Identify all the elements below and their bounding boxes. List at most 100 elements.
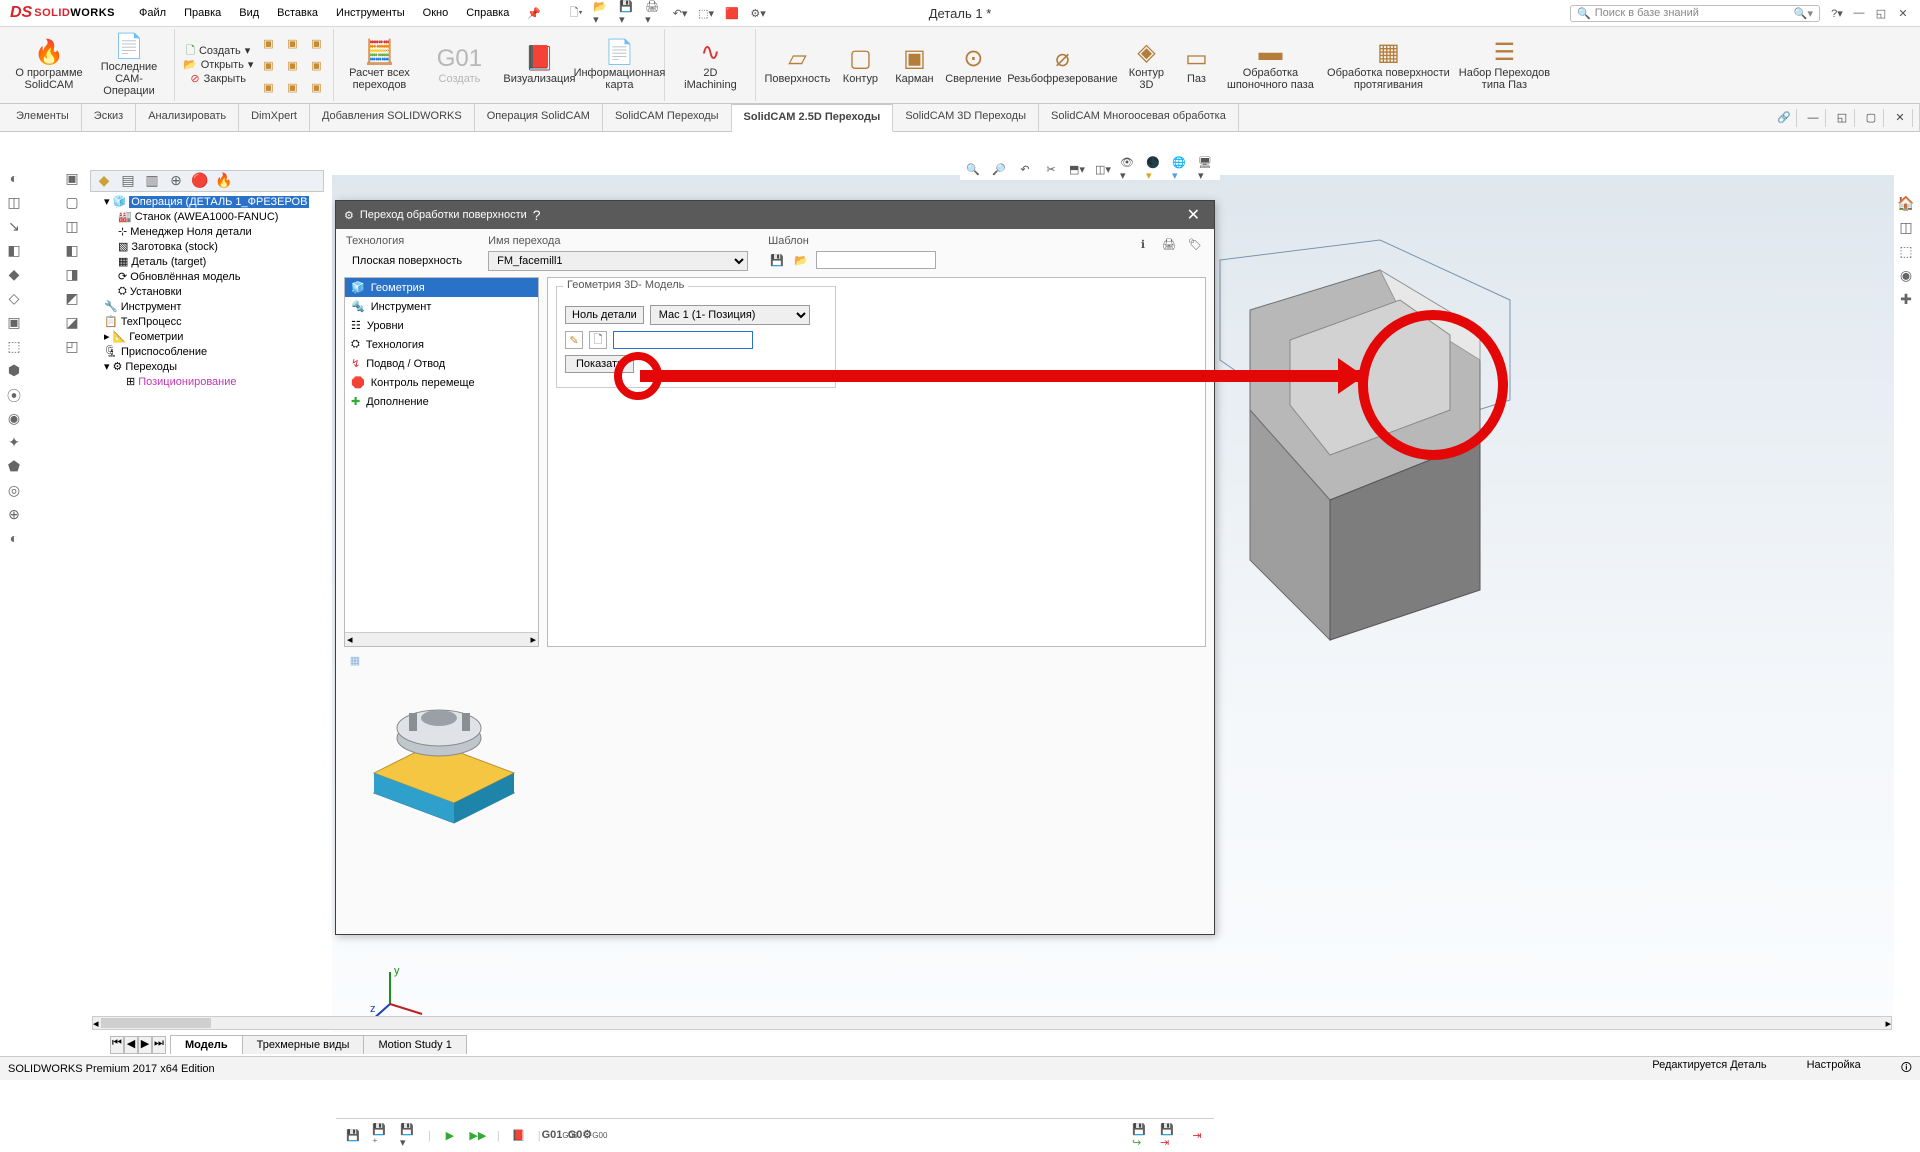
- lt2-ico[interactable]: ◪: [63, 314, 81, 332]
- dlg-tool-icon[interactable]: 🏷: [1186, 235, 1204, 253]
- menu-window[interactable]: Окно: [415, 3, 457, 24]
- calc-all-button[interactable]: 🧮Расчет всехпереходов: [342, 31, 416, 99]
- rib-ico-6[interactable]: ▣: [283, 78, 301, 96]
- slot-set-button[interactable]: ☰Набор Переходовтипа Паз: [1458, 31, 1550, 99]
- tab-model[interactable]: Модель: [170, 1035, 243, 1054]
- view-orient-icon[interactable]: ⬒▾: [1068, 160, 1086, 178]
- lt-ico[interactable]: ◐: [5, 170, 23, 188]
- lt-ico[interactable]: ↘: [5, 218, 23, 236]
- tree-setups[interactable]: ⛭Установки: [104, 284, 324, 299]
- lt-ico[interactable]: ◆: [5, 266, 23, 284]
- thread-button[interactable]: ⌀Резьбофрезерование: [1008, 31, 1116, 99]
- part-zero-button[interactable]: Ноль детали: [565, 306, 644, 324]
- tree-machine[interactable]: 🏭Станок (AWEA1000-FANUC): [104, 209, 324, 224]
- tab-solidcam-3d[interactable]: SolidCAM 3D Переходы: [893, 104, 1039, 131]
- visualization-button[interactable]: 📕Визуализация: [502, 31, 576, 99]
- dialog-help-icon[interactable]: ?: [527, 207, 547, 223]
- slot-button[interactable]: ▭Паз: [1176, 31, 1216, 99]
- recent-ops-button[interactable]: 📄ПоследниеСАМ-Операции: [92, 31, 166, 99]
- rib-ico-4[interactable]: ▣: [283, 34, 301, 52]
- imachining-button[interactable]: ∿2DiMachining: [673, 31, 747, 99]
- operation-name-select[interactable]: FM_facemill1: [488, 251, 748, 271]
- menu-view[interactable]: Вид: [231, 3, 267, 24]
- foot-gcode-icon[interactable]: 📕: [510, 1127, 528, 1145]
- pocket-button[interactable]: ▣Карман: [890, 31, 938, 99]
- lt-ico[interactable]: ⬢: [5, 362, 23, 380]
- foot-ok-icon[interactable]: 💾↪: [1132, 1127, 1150, 1145]
- foot-g01-icon[interactable]: G01G00: [551, 1127, 569, 1145]
- tree-hscroll[interactable]: ◂▸: [92, 1016, 1892, 1030]
- rib-ico-3[interactable]: ▣: [259, 78, 277, 96]
- rib-ico-5[interactable]: ▣: [283, 56, 301, 74]
- print-icon[interactable]: 🖨▾: [645, 4, 663, 22]
- tab-dimxpert[interactable]: DimXpert: [239, 104, 310, 131]
- rebuild-icon[interactable]: 🟥: [723, 4, 741, 22]
- doc-link-icon[interactable]: 🔗: [1772, 109, 1797, 127]
- foot-save-icon[interactable]: 💾: [344, 1127, 362, 1145]
- nav-scroll-right[interactable]: ▸: [530, 633, 536, 646]
- edit-geom-icon[interactable]: ✎: [565, 331, 583, 349]
- tab-analyze[interactable]: Анализировать: [136, 104, 239, 131]
- geometry-name-input[interactable]: [613, 331, 753, 349]
- tree-stock[interactable]: ▧Заготовка (stock): [104, 239, 324, 254]
- foot-exit-icon[interactable]: ⇥: [1188, 1127, 1206, 1145]
- lt-ico[interactable]: ✦: [5, 434, 23, 452]
- doc-max-icon[interactable]: ▢: [1859, 109, 1884, 127]
- nav-extra[interactable]: ✚Дополнение: [345, 392, 538, 411]
- menu-insert[interactable]: Вставка: [269, 3, 326, 24]
- tab-sketch[interactable]: Эскиз: [82, 104, 136, 131]
- doc-restore-icon[interactable]: ◱: [1830, 109, 1855, 127]
- hide-show-icon[interactable]: 👁▾: [1120, 160, 1138, 178]
- template-open-icon[interactable]: 📂: [792, 251, 810, 269]
- appearance-icon[interactable]: 🌑▾: [1146, 160, 1164, 178]
- foot-g00-icon[interactable]: G0⚙G00: [579, 1127, 597, 1145]
- lt2-ico[interactable]: ◧: [63, 242, 81, 260]
- menu-edit[interactable]: Правка: [176, 3, 229, 24]
- tree-tab-icon[interactable]: ◆: [95, 172, 113, 190]
- contour3d-button[interactable]: ◈Контур3D: [1122, 31, 1170, 99]
- tree-updated[interactable]: ⟳Обновлённая модель: [104, 269, 324, 284]
- create-button[interactable]: 🗋Создать ▾: [183, 45, 253, 57]
- nav-tool[interactable]: 🔩Инструмент: [345, 297, 538, 316]
- zoom-fit-icon[interactable]: 🔍: [964, 160, 982, 178]
- tree-operations[interactable]: ▾⚙Переходы: [104, 359, 324, 374]
- search-input[interactable]: 🔍 Поиск в базе знаний 🔍▾: [1570, 5, 1820, 22]
- tab-next-icon[interactable]: ▶: [138, 1036, 152, 1054]
- lt-ico[interactable]: ⬟: [5, 458, 23, 476]
- open-button[interactable]: 📂Открыть ▾: [183, 59, 253, 71]
- tree-tab-icon[interactable]: ▥: [143, 172, 161, 190]
- minimize-icon[interactable]: —: [1850, 4, 1868, 22]
- tab-motion[interactable]: Motion Study 1: [363, 1035, 466, 1054]
- tree-tab-icon[interactable]: 🔴: [191, 172, 209, 190]
- template-save-icon[interactable]: 💾: [768, 251, 786, 269]
- options-icon[interactable]: ⚙▾: [749, 4, 767, 22]
- about-solidcam-button[interactable]: 🔥О программеSolidCAM: [12, 31, 86, 99]
- keyway-button[interactable]: ▬Обработкашпоночного паза: [1222, 31, 1318, 99]
- lt-ico[interactable]: ◇: [5, 290, 23, 308]
- tree-target[interactable]: ▦Деталь (target): [104, 254, 324, 269]
- menu-pin-icon[interactable]: 📌: [519, 3, 549, 24]
- lt2-ico[interactable]: ◩: [63, 290, 81, 308]
- broach-surface-button[interactable]: ▦Обработка поверхностипротягивания: [1324, 31, 1452, 99]
- drill-button[interactable]: ⊙Сверление: [944, 31, 1002, 99]
- tree-tab-icon[interactable]: 🔥: [215, 172, 233, 190]
- rib-ico-9[interactable]: ▣: [307, 78, 325, 96]
- lt-ico[interactable]: ◧: [5, 242, 23, 260]
- foot-apply-icon[interactable]: 💾⇥: [1160, 1127, 1178, 1145]
- tree-positioning[interactable]: ⊞Позиционирование: [104, 374, 324, 389]
- dlg-tool-icon[interactable]: 🖨: [1160, 235, 1178, 253]
- lt-ico[interactable]: ▣: [5, 314, 23, 332]
- nav-levels[interactable]: ☷Уровни: [345, 316, 538, 335]
- search-go-icon[interactable]: 🔍▾: [1794, 7, 1813, 20]
- doc-close-icon[interactable]: ✕: [1888, 109, 1913, 127]
- rib-ico-7[interactable]: ▣: [307, 34, 325, 52]
- lt-ico[interactable]: ◐: [5, 530, 23, 548]
- template-input[interactable]: [816, 251, 936, 269]
- tab-prev-icon[interactable]: ◀: [124, 1036, 138, 1054]
- display-style-icon[interactable]: ◫▾: [1094, 160, 1112, 178]
- rib-ico-8[interactable]: ▣: [307, 56, 325, 74]
- nav-motion[interactable]: 🛑Контроль перемеще: [345, 373, 538, 392]
- lt2-ico[interactable]: ◰: [63, 338, 81, 356]
- tree-process[interactable]: 📋ТехПроцесс: [104, 314, 324, 329]
- tab-solidcam-multi[interactable]: SolidCAM Многоосевая обработка: [1039, 104, 1239, 131]
